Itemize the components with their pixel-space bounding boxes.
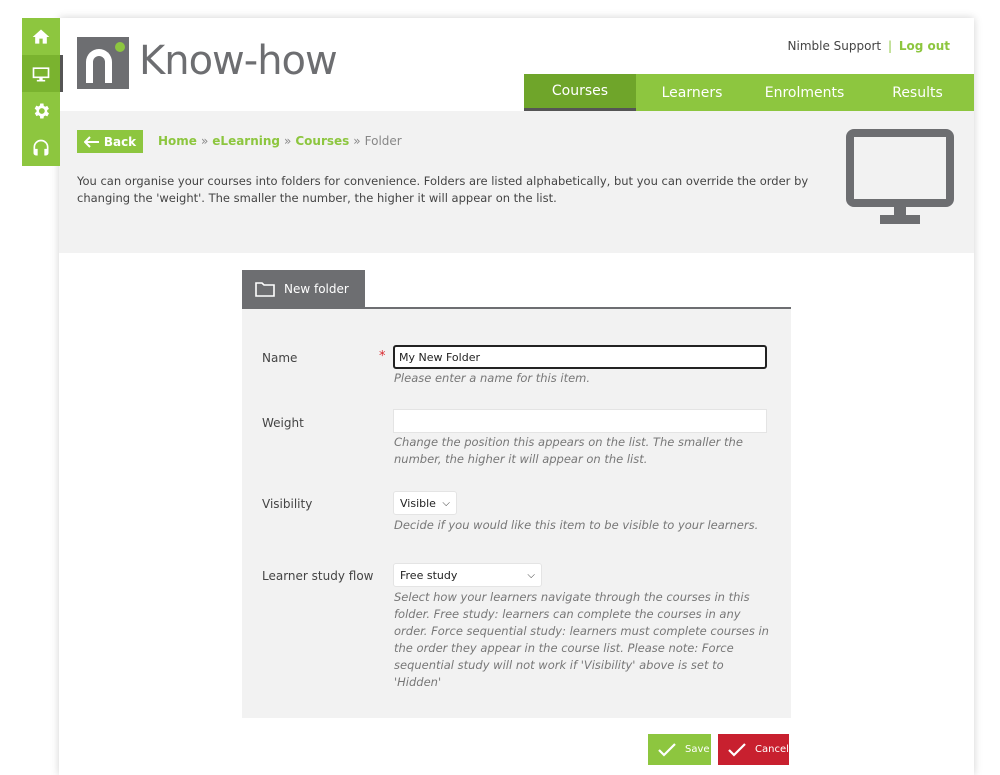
- intro-text: You can organise your courses into folde…: [77, 174, 809, 205]
- study-flow-help: Select how your learners navigate throug…: [394, 590, 769, 689]
- cancel-label: Cancel: [755, 744, 789, 755]
- home-icon: [32, 29, 50, 44]
- breadcrumb-elearning[interactable]: eLearning: [212, 134, 280, 148]
- save-button[interactable]: Save: [648, 734, 711, 765]
- visibility-select[interactable]: Visible ⌵: [393, 491, 457, 515]
- study-flow-select[interactable]: Free study ⌵: [393, 563, 542, 587]
- left-rail: [22, 18, 63, 166]
- breadcrumb-separator: »: [284, 134, 292, 148]
- breadcrumb-current: Folder: [364, 134, 402, 148]
- main-nav: Courses Learners Enrolments Results: [524, 74, 974, 111]
- intro-panel: Back Home» eLearning» Courses» Folder You c…: [59, 111, 974, 253]
- check-icon: [728, 742, 746, 757]
- tab-courses[interactable]: Courses: [524, 74, 636, 111]
- logout-link[interactable]: Log out: [899, 39, 950, 53]
- visibility-help: Decide if you would like this item to be…: [394, 518, 759, 532]
- logo-text: Know-how: [139, 38, 338, 84]
- logo-mark[interactable]: [77, 37, 129, 89]
- study-flow-value: Free study: [400, 568, 458, 582]
- account-separator: |: [887, 39, 892, 53]
- tab-learners[interactable]: Learners: [636, 74, 748, 111]
- weight-help: Change the position this appears on the …: [394, 435, 743, 466]
- arrow-left-icon: [83, 135, 99, 148]
- account-links: Nimble Support | Log out: [788, 39, 950, 53]
- chevron-down-icon: ⌵: [442, 497, 450, 509]
- cancel-button[interactable]: Cancel: [718, 734, 789, 765]
- rail-home[interactable]: [22, 18, 60, 55]
- required-marker: *: [379, 349, 386, 364]
- tab-enrolments[interactable]: Enrolments: [748, 74, 861, 111]
- save-label: Save: [685, 744, 710, 755]
- name-input[interactable]: [393, 345, 767, 369]
- study-flow-label: Learner study flow: [262, 569, 374, 583]
- name-help: Please enter a name for this item.: [394, 371, 591, 385]
- rail-settings[interactable]: [22, 92, 60, 129]
- account-user[interactable]: Nimble Support: [788, 39, 882, 53]
- back-button-label: Back: [103, 134, 137, 149]
- page: Know-how Nimble Support | Log out Course…: [59, 18, 974, 775]
- breadcrumb-home[interactable]: Home: [158, 134, 197, 148]
- rail-elearning[interactable]: [22, 55, 63, 92]
- gear-icon: [34, 103, 49, 118]
- folder-form: Name * Please enter a name for this item…: [242, 309, 791, 718]
- monitor-icon: [32, 66, 50, 81]
- header: Know-how Nimble Support | Log out Course…: [59, 18, 974, 111]
- folder-icon: [255, 281, 275, 297]
- check-icon: [658, 742, 676, 757]
- breadcrumb-courses[interactable]: Courses: [295, 134, 349, 148]
- breadcrumb-separator: »: [200, 134, 209, 148]
- headset-icon: [33, 139, 49, 155]
- chevron-down-icon: ⌵: [527, 569, 535, 581]
- weight-input[interactable]: [393, 409, 767, 433]
- back-button[interactable]: Back: [77, 130, 143, 153]
- tab-results[interactable]: Results: [861, 74, 974, 111]
- weight-label: Weight: [262, 416, 304, 430]
- rail-support[interactable]: [22, 129, 60, 166]
- visibility-value: Visible: [400, 496, 436, 510]
- breadcrumb-separator: »: [353, 134, 361, 148]
- tab-new-folder[interactable]: New folder: [242, 270, 365, 307]
- monitor-icon: [846, 129, 954, 224]
- breadcrumb: Home» eLearning» Courses» Folder: [158, 134, 402, 148]
- visibility-label: Visibility: [262, 497, 313, 511]
- tab-label: New folder: [284, 281, 349, 296]
- name-label: Name: [262, 351, 298, 365]
